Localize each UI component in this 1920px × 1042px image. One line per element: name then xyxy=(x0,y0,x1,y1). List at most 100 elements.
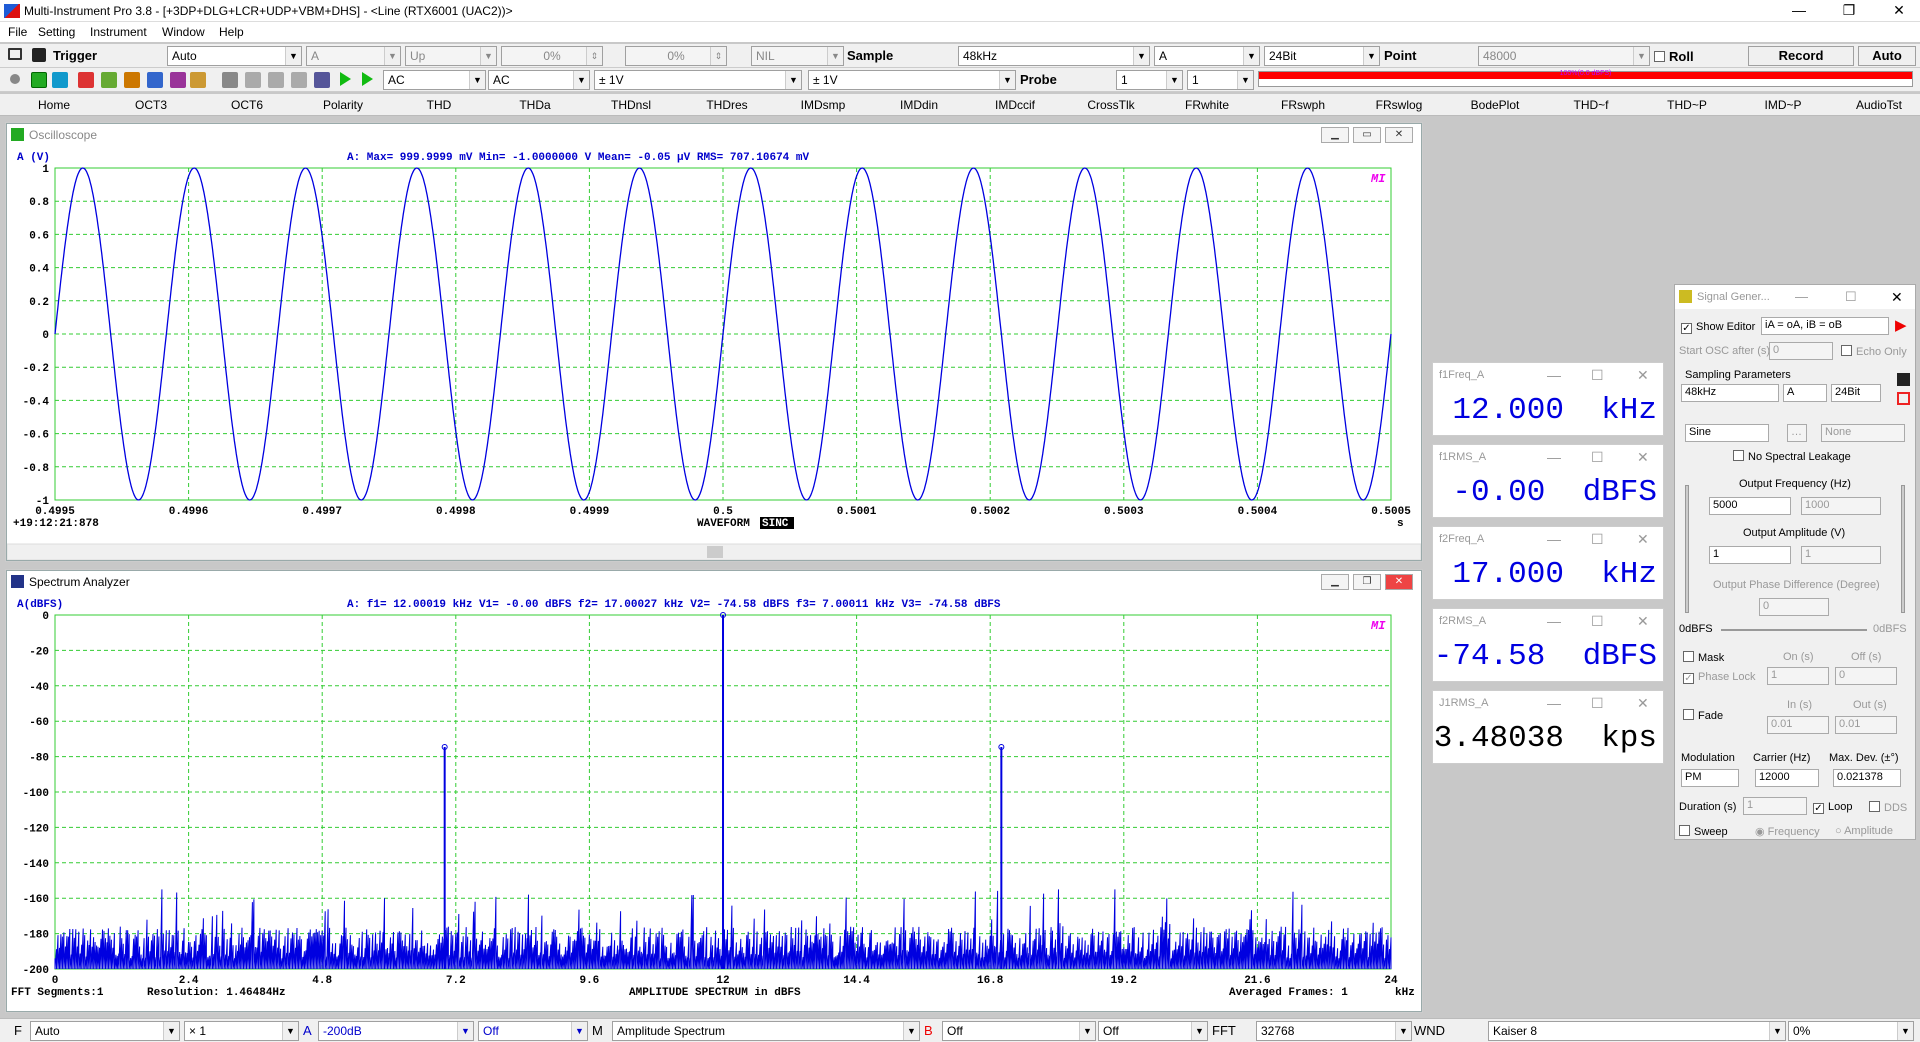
menu-setting[interactable]: Setting xyxy=(38,25,75,39)
fft-size-select[interactable]: 32768 ▼ xyxy=(1256,1021,1412,1041)
sweep-checkbox[interactable]: Sweep xyxy=(1679,825,1728,838)
multimeter-icon[interactable] xyxy=(101,72,117,88)
filter-icon[interactable] xyxy=(170,72,186,88)
minimize-icon[interactable]: — xyxy=(1547,449,1561,465)
tab-imdsmp[interactable]: IMDsmp xyxy=(801,98,846,112)
export-icon[interactable] xyxy=(1897,392,1910,405)
minimize-icon[interactable]: — xyxy=(1547,367,1561,383)
compare-icon[interactable] xyxy=(291,72,307,88)
mask-off-input[interactable]: 0 xyxy=(1835,667,1897,685)
a-off-select[interactable]: Off ▼ xyxy=(478,1021,588,1041)
save-icon[interactable] xyxy=(1897,373,1910,386)
waveform-b-select[interactable]: None xyxy=(1821,424,1905,442)
tab-thd-f[interactable]: THD~f xyxy=(1573,98,1608,112)
dds-checkbox[interactable]: DDS xyxy=(1869,801,1907,814)
maximize-icon[interactable]: ☐ xyxy=(1591,367,1604,384)
counter-icon[interactable] xyxy=(190,72,206,88)
gen-rate-select[interactable]: 48kHz xyxy=(1681,384,1779,402)
minimize-icon[interactable]: — xyxy=(1547,613,1561,629)
amplitude-slider-b[interactable] xyxy=(1901,485,1905,613)
editor-expression-select[interactable]: iA = oA, iB = oB xyxy=(1761,317,1889,335)
tab-bodeplot[interactable]: BodePlot xyxy=(1471,98,1520,112)
max-dev-input[interactable]: 0.021378 xyxy=(1833,769,1901,787)
close-icon[interactable]: ✕ xyxy=(1385,127,1413,143)
minimize-icon[interactable]: ▁ xyxy=(1321,127,1349,143)
record-button[interactable]: Record xyxy=(1748,46,1854,66)
show-editor-checkbox[interactable]: ✓ Show Editor xyxy=(1681,321,1755,334)
sample-rate-select[interactable]: 48kHz ▼ xyxy=(958,46,1150,66)
trigger-delay-input[interactable]: 0% ⇕ xyxy=(625,46,727,66)
probe-a-select[interactable]: 1 ▼ xyxy=(1116,70,1183,90)
echo-only-checkbox[interactable]: Echo Only xyxy=(1841,345,1907,358)
trigger-nil-select[interactable]: NIL ▼ xyxy=(751,46,844,66)
maximize-icon[interactable]: ☐ xyxy=(1591,613,1604,630)
probe-b-select[interactable]: 1 ▼ xyxy=(1187,70,1254,90)
points-select[interactable]: 48000 ▼ xyxy=(1478,46,1650,66)
close-icon[interactable]: ✕ xyxy=(1637,531,1649,548)
menu-instrument[interactable]: Instrument xyxy=(90,25,147,39)
coupling-a-select[interactable]: AC ▼ xyxy=(383,70,486,90)
tab-audiotst[interactable]: AudioTst xyxy=(1856,98,1902,112)
carrier-input[interactable]: 12000 xyxy=(1755,769,1819,787)
grid-icon[interactable] xyxy=(78,72,94,88)
modulation-select[interactable]: PM xyxy=(1681,769,1739,787)
spectrum-chart[interactable]: A(dBFS) A: f1= 12.00019 kHz V1= -0.00 dBF… xyxy=(7,593,1421,1011)
balance-slider[interactable] xyxy=(1721,629,1867,631)
start-osc-input[interactable]: 0 xyxy=(1769,342,1833,360)
range-a-select[interactable]: ± 1V ▼ xyxy=(594,70,802,90)
record-dot-icon[interactable] xyxy=(10,74,20,84)
tab-thdres[interactable]: THDres xyxy=(706,98,747,112)
auto-button[interactable]: Auto xyxy=(1858,46,1916,66)
tab-imdccif[interactable]: IMDccif xyxy=(995,98,1035,112)
minimize-icon[interactable]: — xyxy=(1547,695,1561,711)
oscilloscope-icon[interactable] xyxy=(31,72,47,88)
tab-crosstlk[interactable]: CrossTlk xyxy=(1087,98,1134,112)
minimize-button[interactable]: — xyxy=(1784,2,1814,18)
menu-file[interactable]: File xyxy=(8,25,27,39)
tab-frswph[interactable]: FRswph xyxy=(1281,98,1325,112)
tab-thd[interactable]: THD xyxy=(427,98,452,112)
phase-lock-checkbox[interactable]: ✓ Phase Lock xyxy=(1683,671,1755,684)
close-icon[interactable]: ✕ xyxy=(1637,367,1649,384)
close-icon[interactable]: ✕ xyxy=(1891,289,1903,306)
b-off-select[interactable]: Off ▼ xyxy=(942,1021,1096,1041)
fade-in-input[interactable]: 0.01 xyxy=(1767,716,1829,734)
play-once-icon[interactable] xyxy=(362,72,373,86)
close-icon[interactable]: ✕ xyxy=(1637,695,1649,712)
menu-help[interactable]: Help xyxy=(219,25,244,39)
channel-b-icon[interactable] xyxy=(268,72,284,88)
multiplier-select[interactable]: × 1 ▼ xyxy=(184,1021,299,1041)
bits-select[interactable]: 24Bit ▼ xyxy=(1264,46,1380,66)
trigger-channel-select[interactable]: A ▼ xyxy=(306,46,401,66)
freq-a-input[interactable]: 5000 xyxy=(1709,497,1791,515)
loop-checkbox[interactable]: ✓ Loop xyxy=(1813,801,1852,814)
menu-window[interactable]: Window xyxy=(162,25,205,39)
gen-bits-select[interactable]: 24Bit xyxy=(1831,384,1881,402)
amp-a-input[interactable]: 1 xyxy=(1709,546,1791,564)
close-icon[interactable]: ✕ xyxy=(1385,574,1413,590)
tab-imd-p[interactable]: IMD~P xyxy=(1764,98,1801,112)
sweep-amplitude-radio[interactable]: ○ Amplitude xyxy=(1835,825,1893,837)
range-b-select[interactable]: ± 1V ▼ xyxy=(808,70,1016,90)
restore-icon[interactable]: ❐ xyxy=(1353,574,1381,590)
m-mode-select[interactable]: Amplitude Spectrum ▼ xyxy=(612,1021,920,1041)
mask-on-input[interactable]: 1 xyxy=(1767,667,1829,685)
channel-a-icon[interactable] xyxy=(245,72,261,88)
tab-frswlog[interactable]: FRswlog xyxy=(1376,98,1423,112)
no-spectral-leakage-checkbox[interactable]: No Spectral Leakage xyxy=(1733,450,1851,463)
gen-channel-select[interactable]: A xyxy=(1783,384,1827,402)
window-select[interactable]: Kaiser 8 ▼ xyxy=(1488,1021,1786,1041)
minimize-icon[interactable]: — xyxy=(1547,531,1561,547)
roll-checkbox[interactable]: Roll xyxy=(1654,49,1694,64)
a-floor-select[interactable]: -200dB ▼ xyxy=(318,1021,474,1041)
tab-polarity[interactable]: Polarity xyxy=(323,98,363,112)
tab-thdnsl[interactable]: THDnsl xyxy=(611,98,651,112)
freq-b-input[interactable]: 1000 xyxy=(1801,497,1881,515)
minimize-icon[interactable]: ▁ xyxy=(1321,574,1349,590)
minimize-icon[interactable]: — xyxy=(1795,289,1808,304)
f-mode-select[interactable]: Auto ▼ xyxy=(30,1021,180,1041)
tab-oct6[interactable]: OCT6 xyxy=(231,98,263,112)
tab-imddin[interactable]: IMDdin xyxy=(900,98,938,112)
maximize-icon[interactable]: ☐ xyxy=(1591,531,1604,548)
trigger-mode-select[interactable]: Auto ▼ xyxy=(167,46,302,66)
